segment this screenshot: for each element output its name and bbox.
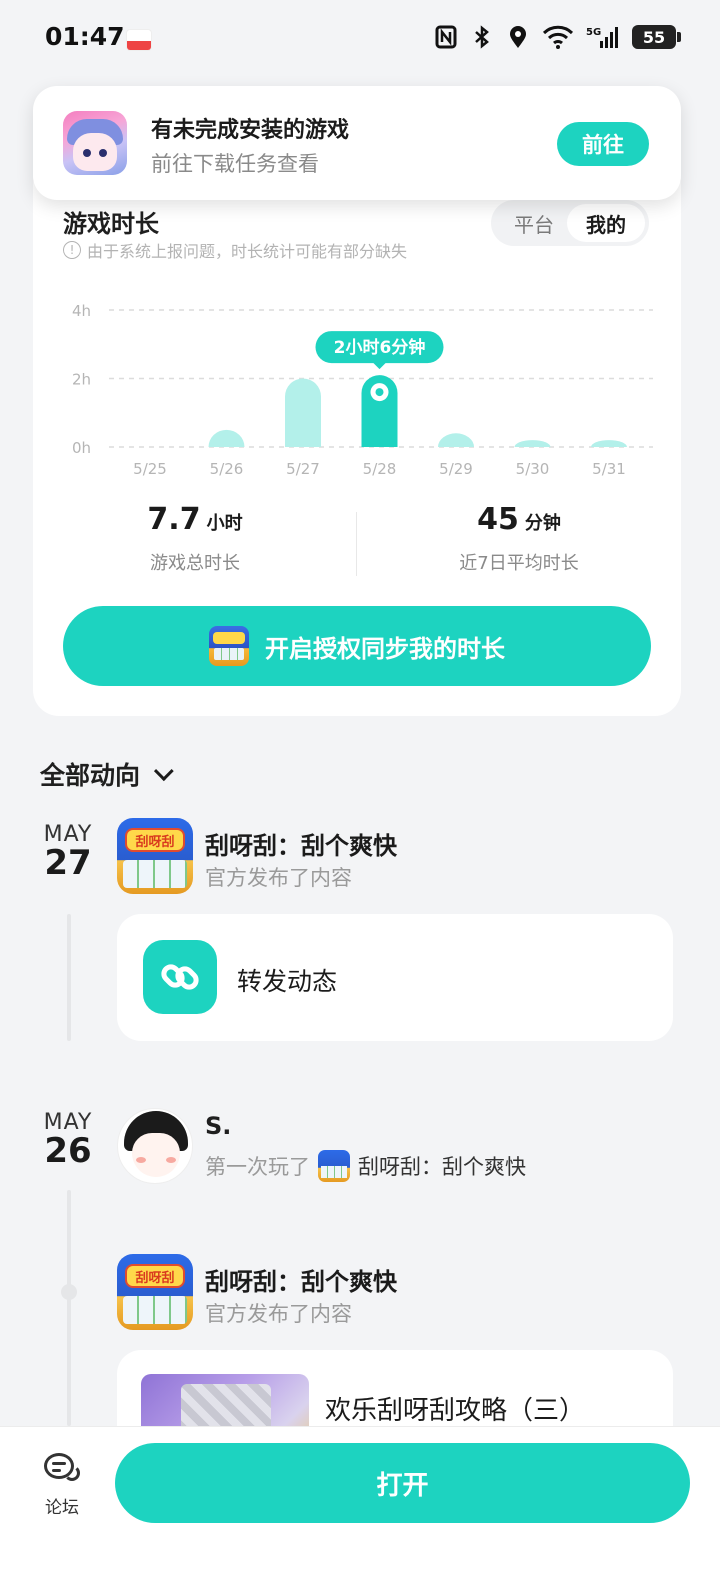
entry-day: 27: [44, 843, 92, 883]
x-tick-label: 5/30: [516, 460, 550, 478]
sync-button-label: 开启授权同步我的时长: [265, 634, 505, 663]
location-icon: [506, 24, 530, 50]
app-notification-icon: [126, 29, 152, 51]
chevron-down-icon: [153, 761, 174, 782]
activity-filter[interactable]: 全部动向: [40, 756, 174, 792]
section-title: 游戏时长: [63, 210, 159, 238]
timeline-line: [67, 1190, 71, 1426]
forum-label: 论坛: [45, 1498, 79, 1518]
chart-bar: [438, 433, 474, 447]
tooltip-label: 2小时6分钟: [334, 337, 426, 358]
avg-time-unit: 分钟: [524, 513, 561, 534]
avg-time-metric: 45 分钟 近7日平均时长: [357, 502, 681, 575]
forum-button[interactable]: 论坛: [36, 1451, 88, 1518]
game-icon: [318, 1150, 350, 1182]
banner-title: 有未完成安装的游戏: [151, 118, 350, 143]
battery-level: 55: [642, 27, 666, 47]
played-game-name[interactable]: 刮呀刮：刮个爽快: [358, 1151, 526, 1181]
game-logo: 刮呀刮: [125, 1264, 185, 1288]
toggle-platform[interactable]: 平台: [495, 204, 573, 242]
played-prefix: 第一次玩了: [205, 1155, 310, 1179]
post-subtitle: 官方发布了内容: [205, 866, 352, 890]
entry-date: MAY 27: [40, 822, 96, 883]
pending-install-banner[interactable]: 有未完成安装的游戏 前往下载任务查看 前往: [33, 86, 681, 200]
play-time-card: 游戏时长 ! 由于系统上报问题，时长统计可能有部分缺失 平台 我的 0h 2h 4h…: [33, 160, 681, 716]
bluetooth-icon: [470, 24, 494, 50]
section-note: ! 由于系统上报问题，时长统计可能有部分缺失: [63, 238, 407, 262]
user-name[interactable]: S.: [205, 1112, 231, 1140]
banner-avatar: [63, 111, 127, 175]
entry-day: 26: [44, 1131, 92, 1171]
open-button[interactable]: 打开: [115, 1443, 690, 1523]
toggle-mine[interactable]: 我的: [567, 204, 645, 242]
battery-icon: 55: [632, 25, 681, 49]
total-time-unit: 小时: [206, 513, 243, 534]
sync-time-button[interactable]: 开启授权同步我的时长: [63, 606, 651, 686]
status-bar: 01:47 5G 55: [0, 0, 720, 80]
game-icon[interactable]: 刮呀刮: [117, 818, 193, 894]
played-line: 第一次玩了 刮呀刮：刮个爽快: [205, 1150, 526, 1182]
tooltip-arrow: [372, 362, 387, 370]
y-tick-label: 2h: [72, 371, 91, 389]
y-tick-label: 0h: [72, 439, 91, 457]
highlight-marker-dot: [375, 388, 384, 397]
status-icons: 5G 55: [434, 24, 681, 50]
repost-card[interactable]: 转发动态: [117, 914, 673, 1041]
avg-time-value: 45: [477, 502, 519, 537]
signal-5g-icon: 5G: [586, 24, 620, 50]
filter-label: 全部动向: [40, 761, 141, 790]
repost-label: 转发动态: [237, 967, 338, 996]
timeline-dot: [61, 1284, 77, 1300]
x-tick-label: 5/25: [133, 460, 167, 478]
avatar[interactable]: [117, 1108, 193, 1184]
post-title[interactable]: 刮呀刮：刮个爽快: [205, 1262, 397, 1297]
chart-bar: [514, 440, 551, 447]
game-logo: 刮呀刮: [125, 828, 185, 852]
timeline-line: [67, 914, 71, 1041]
x-tick-label: 5/31: [592, 460, 626, 478]
y-tick-label: 4h: [72, 302, 91, 320]
x-tick-label: 5/28: [363, 460, 397, 478]
info-icon: !: [63, 241, 81, 259]
article-title: 欢乐刮呀刮攻略（三）: [325, 1396, 586, 1426]
avg-time-label: 近7日平均时长: [459, 553, 579, 574]
x-tick-label: 5/26: [210, 460, 244, 478]
wifi-icon: [542, 24, 574, 50]
forum-icon: [42, 1451, 82, 1485]
link-icon: [143, 940, 217, 1014]
status-time: 01:47: [45, 22, 125, 51]
note-text: 由于系统上报问题，时长统计可能有部分缺失: [87, 242, 408, 261]
post-title[interactable]: 刮呀刮：刮个爽快: [205, 826, 397, 861]
chart-bar: [285, 378, 321, 447]
go-button[interactable]: 前往: [557, 122, 649, 166]
x-tick-label: 5/27: [286, 460, 320, 478]
total-time-value: 7.7: [147, 502, 201, 537]
entry-date: MAY 26: [40, 1110, 96, 1171]
post-subtitle: 官方发布了内容: [205, 1302, 352, 1326]
total-time-metric: 7.7 小时 游戏总时长: [33, 502, 357, 575]
game-icon[interactable]: 刮呀刮: [117, 1254, 193, 1330]
total-time-label: 游戏总时长: [150, 553, 240, 574]
nfc-icon: [434, 24, 458, 50]
banner-subtitle: 前往下载任务查看: [151, 152, 319, 176]
scope-toggle[interactable]: 平台 我的: [491, 200, 649, 246]
game-icon: [209, 626, 249, 666]
svg-text:5G: 5G: [586, 27, 601, 38]
chart-bar: [591, 440, 627, 447]
x-tick-label: 5/29: [439, 460, 473, 478]
play-time-chart: 0h 2h 4h 5/25 5/26 5/27 2小时6分钟 5/28 5/29 5/30 5/31: [72, 302, 653, 478]
bottom-bar: 论坛 打开: [0, 1426, 720, 1584]
chart-bar: [208, 429, 245, 447]
